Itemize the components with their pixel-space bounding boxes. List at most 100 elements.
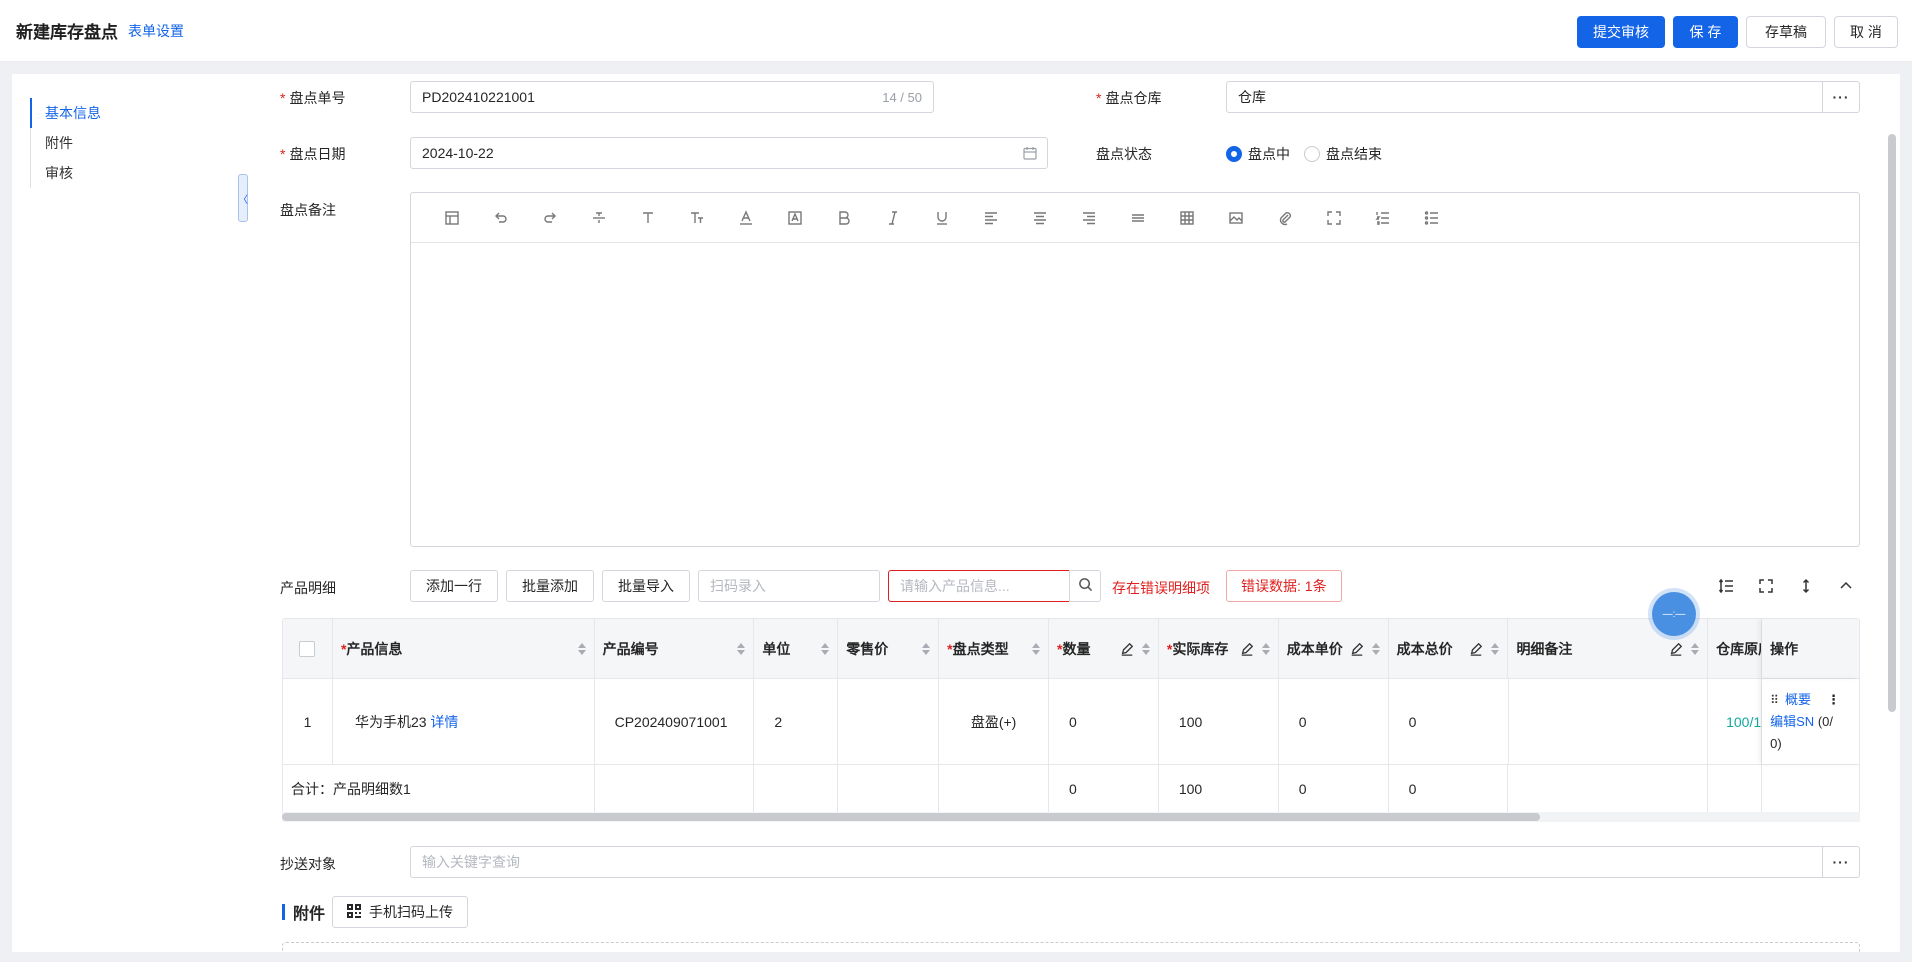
edit-pencil-icon[interactable] (1240, 642, 1254, 656)
undo-icon[interactable] (476, 203, 525, 233)
header-product-info[interactable]: * 产品信息 (333, 619, 595, 678)
text-icon[interactable] (623, 203, 672, 233)
unordered-list-icon[interactable] (1407, 203, 1456, 233)
add-row-button[interactable]: 添加一行 (410, 570, 498, 602)
header-quantity[interactable]: * 数量 (1049, 619, 1159, 678)
row-product-info[interactable]: 华为手机23 详情 (333, 679, 595, 764)
italic-icon[interactable] (868, 203, 917, 233)
scrollbar-thumb[interactable] (282, 813, 1540, 821)
form-settings-link[interactable]: 表单设置 (128, 21, 184, 41)
expand-vertical-icon[interactable] (1796, 576, 1816, 596)
font-size-icon[interactable] (672, 203, 721, 233)
sort-icon[interactable] (1491, 642, 1500, 655)
row-cost-unit[interactable]: 0 (1279, 679, 1389, 764)
bold-icon[interactable] (819, 203, 868, 233)
sort-icon[interactable] (1032, 642, 1041, 655)
more-vertical-icon[interactable]: ⋮ (1827, 689, 1840, 711)
sort-icon[interactable] (1691, 642, 1700, 655)
row-retail-price[interactable] (838, 679, 940, 764)
sort-icon[interactable] (577, 642, 586, 655)
table-fullscreen-icon[interactable] (1756, 576, 1776, 596)
align-center-icon[interactable] (1015, 203, 1064, 233)
row-quantity[interactable]: 0 (1049, 679, 1159, 764)
header-actual-stock[interactable]: * 实际库存 (1159, 619, 1279, 678)
summary-link[interactable]: 概要 (1785, 689, 1811, 711)
insert-table-icon[interactable] (1162, 203, 1211, 233)
edit-pencil-icon[interactable] (1350, 642, 1364, 656)
background-color-icon[interactable] (770, 203, 819, 233)
row-detail-remark[interactable] (1509, 679, 1709, 764)
batch-import-button[interactable]: 批量导入 (602, 570, 690, 602)
error-count-button[interactable]: 错误数据: 1条 (1226, 570, 1342, 602)
font-color-icon[interactable] (721, 203, 770, 233)
header-retail-price[interactable]: 零售价 (838, 619, 940, 678)
edit-sn-link[interactable]: 编辑SN (1770, 714, 1814, 729)
attachment-dropzone[interactable] (282, 942, 1860, 952)
total-warehouse-orig (1708, 765, 1763, 812)
collapse-sidebar-button[interactable]: 〈 (238, 174, 248, 222)
save-draft-button[interactable]: 存草稿 (1746, 16, 1826, 48)
status-radio-in-progress[interactable]: 盘点中 (1226, 144, 1290, 164)
scan-input[interactable]: 扫码录入 (698, 570, 880, 602)
row-product-code[interactable]: CP202409071001 (595, 679, 755, 764)
header-warehouse-orig[interactable]: 仓库原库 (1708, 619, 1763, 678)
search-icon (1078, 577, 1093, 595)
batch-add-button[interactable]: 批量添加 (506, 570, 594, 602)
justify-icon[interactable] (1113, 203, 1162, 233)
row-cost-total[interactable]: 0 (1389, 679, 1509, 764)
sidebar-item-attachments[interactable]: 附件 (31, 128, 101, 158)
attachment-icon[interactable] (1260, 203, 1309, 233)
qr-upload-button[interactable]: 手机扫码上传 (332, 896, 468, 928)
sort-icon[interactable] (1371, 642, 1380, 655)
cc-more-button[interactable]: ··· (1822, 846, 1860, 878)
align-right-icon[interactable] (1064, 203, 1113, 233)
row-actual-stock[interactable]: 100 (1159, 679, 1279, 764)
product-search-input[interactable]: 请输入产品信息... (888, 570, 1070, 602)
warehouse-more-button[interactable]: ··· (1822, 81, 1860, 113)
header-count-type[interactable]: * 盘点类型 (939, 619, 1050, 678)
chevron-up-icon[interactable] (1836, 576, 1856, 596)
product-search-button[interactable] (1069, 570, 1101, 602)
edit-pencil-icon[interactable] (1469, 642, 1483, 656)
submit-review-button[interactable]: 提交审核 (1577, 16, 1665, 48)
row-height-icon[interactable] (1716, 576, 1736, 596)
header-product-code[interactable]: 产品编号 (595, 619, 755, 678)
header-cost-total[interactable]: 成本总价 (1389, 619, 1509, 678)
row-unit[interactable]: 2 (754, 679, 839, 764)
floating-assistant-ball[interactable]: —:— (1652, 592, 1696, 636)
total-product-code (595, 765, 755, 812)
order-no-input[interactable]: PD202410221001 14 / 50 (410, 81, 934, 113)
table-horizontal-scrollbar[interactable] (282, 812, 1860, 822)
strikethrough-icon[interactable] (574, 203, 623, 233)
product-detail-link[interactable]: 详情 (430, 712, 458, 732)
cc-input[interactable]: 输入关键字查询 (410, 846, 1823, 878)
align-left-icon[interactable] (966, 203, 1015, 233)
sidebar-item-basic-info[interactable]: 基本信息 (30, 98, 101, 128)
edit-pencil-icon[interactable] (1120, 642, 1134, 656)
date-input[interactable]: 2024-10-22 (410, 137, 1048, 169)
warehouse-input[interactable]: 仓库 (1226, 81, 1823, 113)
cancel-button[interactable]: 取 消 (1834, 16, 1898, 48)
underline-icon[interactable] (917, 203, 966, 233)
sort-icon[interactable] (1261, 642, 1270, 655)
sort-icon[interactable] (821, 642, 830, 655)
sort-icon[interactable] (1141, 642, 1150, 655)
sidebar-item-review[interactable]: 审核 (31, 158, 101, 188)
row-count-type[interactable]: 盘盈(+) (939, 679, 1050, 764)
header-cost-unit[interactable]: 成本单价 (1279, 619, 1389, 678)
redo-icon[interactable] (525, 203, 574, 233)
table-layout-icon[interactable] (427, 203, 476, 233)
sort-icon[interactable] (922, 642, 931, 655)
header-unit[interactable]: 单位 (754, 619, 839, 678)
error-detail-link[interactable]: 存在错误明细项 (1112, 578, 1210, 598)
fullscreen-icon[interactable] (1309, 203, 1358, 233)
insert-image-icon[interactable] (1211, 203, 1260, 233)
drag-handle-icon[interactable]: ⠿ (1770, 689, 1779, 711)
status-radio-finished[interactable]: 盘点结束 (1304, 144, 1382, 164)
save-button[interactable]: 保 存 (1673, 16, 1738, 48)
page-vertical-scrollbar[interactable] (1888, 134, 1896, 712)
edit-pencil-icon[interactable] (1669, 642, 1683, 656)
select-all-checkbox[interactable] (299, 640, 316, 657)
sort-icon[interactable] (737, 642, 746, 655)
ordered-list-icon[interactable] (1358, 203, 1407, 233)
